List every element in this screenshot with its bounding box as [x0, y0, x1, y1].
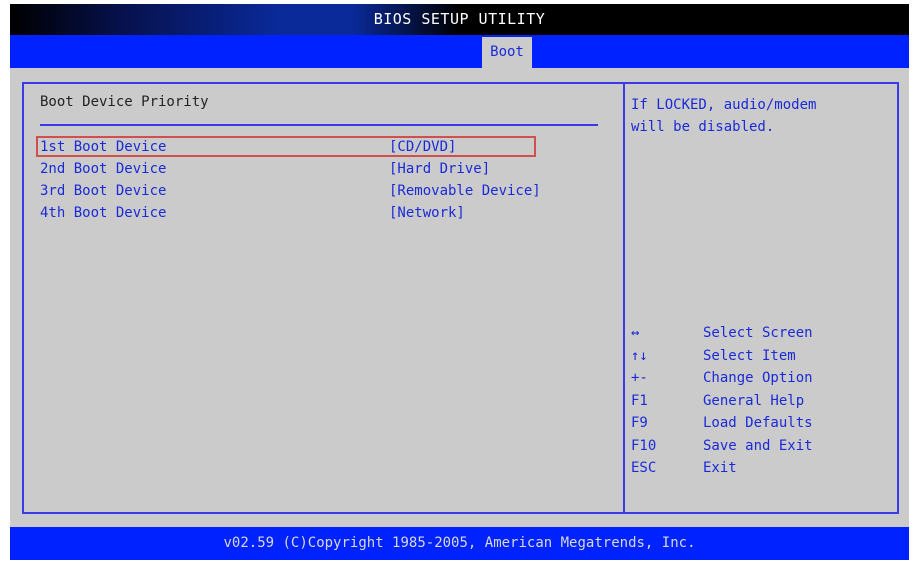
boot-device-value[interactable]: [Removable Device] [389, 180, 541, 202]
key-legend-row: F10 Save and Exit [631, 435, 893, 458]
boot-device-value[interactable]: [Network] [389, 202, 465, 224]
boot-device-2[interactable]: 2nd Boot Device [Hard Drive] [40, 158, 620, 180]
key-name: F10 [631, 437, 657, 454]
key-description: Load Defaults [703, 415, 813, 431]
boot-device-label: 4th Boot Device [40, 205, 167, 221]
title-bar: BIOS SETUP UTILITY [10, 4, 909, 35]
key-description: Select Screen [703, 325, 813, 341]
left-right-arrows-icon: ↔ [631, 325, 640, 341]
key-legend: ↔ Select Screen ↑↓ Select Item +- Change… [631, 322, 893, 480]
key-description: General Help [703, 392, 805, 409]
boot-device-1[interactable]: 1st Boot Device [CD/DVD] [40, 136, 620, 158]
key-legend-row: ↔ Select Screen [631, 322, 893, 345]
key-legend-row: F1 General Help [631, 390, 893, 413]
boot-device-value[interactable]: [Hard Drive] [389, 158, 490, 180]
key-name: +- [631, 370, 648, 386]
key-legend-row: +- Change Option [631, 367, 893, 390]
up-down-arrows-icon: ↑↓ [631, 347, 648, 364]
boot-device-4[interactable]: 4th Boot Device [Network] [40, 202, 620, 224]
tab-boot[interactable]: Boot [482, 37, 532, 68]
tab-bar: Boot [10, 35, 909, 68]
boot-device-label: 1st Boot Device [40, 139, 167, 155]
boot-device-label: 3rd Boot Device [40, 183, 167, 199]
panel-divider [623, 84, 625, 512]
key-legend-row: ↑↓ Select Item [631, 345, 893, 368]
key-name: F9 [631, 415, 648, 431]
boot-device-3[interactable]: 3rd Boot Device [Removable Device] [40, 180, 620, 202]
copyright-footer: v02.59 (C)Copyright 1985-2005, American … [10, 527, 909, 560]
key-legend-row: F9 Load Defaults [631, 412, 893, 435]
key-description: Select Item [703, 347, 796, 364]
section-title: Boot Device Priority [40, 94, 209, 110]
help-line: will be disabled. [631, 119, 775, 135]
boot-device-value[interactable]: [CD/DVD] [389, 136, 456, 158]
key-name: ESC [631, 460, 657, 476]
key-legend-row: ESC Exit [631, 457, 893, 480]
help-text: If LOCKED, audio/modem will be disabled. [631, 94, 893, 138]
section-separator [40, 124, 598, 126]
key-description: Change Option [703, 370, 813, 386]
help-line: If LOCKED, audio/modem [631, 97, 817, 113]
key-description: Save and Exit [703, 437, 813, 454]
boot-device-label: 2nd Boot Device [40, 161, 167, 177]
bios-screen: BIOS SETUP UTILITY Boot Boot Device Prio… [10, 4, 909, 560]
main-panel: Boot Device Priority 1st Boot Device [CD… [22, 82, 899, 514]
key-description: Exit [703, 460, 737, 476]
key-name: F1 [631, 392, 648, 409]
